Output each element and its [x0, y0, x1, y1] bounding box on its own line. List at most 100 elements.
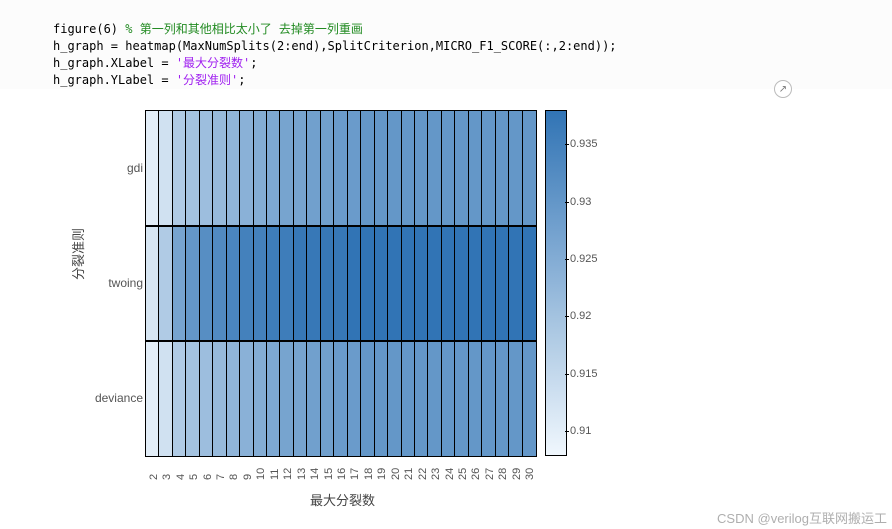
x-tick-label: 17: [349, 468, 361, 480]
colorbar-ticks: 0.910.9150.920.9250.930.935: [570, 110, 630, 454]
y-tick-label: deviance: [95, 391, 143, 405]
heatmap-cell: [267, 342, 280, 456]
heatmap-figure: 分裂准则 gditwoingdeviance 23456789101112131…: [60, 90, 780, 520]
colorbar-tick-label: 0.925: [570, 253, 598, 265]
heatmap-cell: [240, 342, 253, 456]
x-tick-label: 3: [161, 474, 173, 480]
heatmap-cell: [361, 227, 374, 340]
heatmap-cell: [294, 342, 307, 456]
heatmap-cell: [267, 227, 280, 340]
heatmap-cell: [227, 342, 240, 456]
heatmap-row: [146, 111, 536, 226]
heatmap-cell: [254, 342, 267, 456]
heatmap-cell: [307, 227, 320, 340]
code-block: figure(6) % 第一列和其他相比太小了 去掉第一列重画 h_graph …: [0, 0, 892, 89]
code-string: '分裂准则': [176, 73, 238, 87]
heatmap-cell: [254, 111, 267, 225]
code-text: ;: [238, 73, 245, 87]
heatmap-cell: [173, 111, 186, 225]
heatmap-cell: [442, 111, 455, 225]
x-tick-label: 15: [323, 468, 335, 480]
heatmap-cell: [173, 342, 186, 456]
heatmap-cell: [159, 111, 172, 225]
heatmap-cell: [334, 227, 347, 340]
x-tick-label: 14: [309, 468, 321, 480]
heatmap-cell: [509, 111, 522, 225]
heatmap-cell: [227, 111, 240, 225]
heatmap-cell: [240, 111, 253, 225]
x-tick-label: 29: [511, 468, 523, 480]
heatmap-cell: [455, 111, 468, 225]
heatmap-cell: [523, 111, 536, 225]
heatmap-cell: [321, 342, 334, 456]
heatmap-cell: [307, 342, 320, 456]
heatmap-cell: [146, 227, 159, 340]
heatmap-cell: [227, 227, 240, 340]
watermark: CSDN @verilog互联网搬运工: [717, 508, 887, 527]
heatmap-cell: [375, 342, 388, 456]
heatmap-cell: [388, 342, 401, 456]
x-tick-label: 11: [269, 469, 281, 480]
heatmap-cell: [254, 227, 267, 340]
x-tick-label: 6: [202, 474, 214, 480]
x-tick-label: 30: [524, 468, 536, 480]
heatmap-cell: [402, 342, 415, 456]
heatmap-cell: [280, 342, 293, 456]
x-tick-label: 21: [403, 468, 415, 480]
x-tick-label: 2: [148, 474, 160, 480]
heatmap-cell: [455, 342, 468, 456]
x-tick-label: 12: [282, 468, 294, 480]
x-tick-label: 16: [336, 468, 348, 480]
x-tick-label: 13: [296, 468, 308, 480]
heatmap-cell: [186, 111, 199, 225]
heatmap-cell: [415, 342, 428, 456]
heatmap-cell: [294, 227, 307, 340]
heatmap-row: [146, 226, 536, 341]
heatmap-cell: [496, 342, 509, 456]
x-tick-label: 19: [376, 468, 388, 480]
code-text: h_graph = heatmap(MaxNumSplits(2:end),Sp…: [53, 39, 617, 53]
heatmap-cell: [240, 227, 253, 340]
heatmap-cell: [509, 342, 522, 456]
heatmap-cell: [294, 111, 307, 225]
colorbar-tick-label: 0.935: [570, 138, 598, 150]
colorbar-tick-label: 0.93: [570, 196, 591, 208]
heatmap-cell: [361, 111, 374, 225]
heatmap-cell: [307, 111, 320, 225]
heatmap-cell: [146, 342, 159, 456]
heatmap-cell: [334, 342, 347, 456]
x-tick-label: 20: [390, 468, 402, 480]
code-text: figure(6): [53, 22, 125, 36]
heatmap-cell: [200, 111, 213, 225]
heatmap-cell: [402, 227, 415, 340]
heatmap-cell: [415, 227, 428, 340]
heatmap-cell: [213, 111, 226, 225]
expand-icon[interactable]: ↗: [774, 80, 792, 98]
colorbar-tick-label: 0.915: [570, 368, 598, 380]
expand-glyph: ↗: [779, 84, 787, 95]
x-tick-label: 23: [430, 468, 442, 480]
heatmap-cell: [213, 342, 226, 456]
heatmap-cell: [348, 342, 361, 456]
x-tick-label: 8: [228, 474, 240, 480]
heatmap-cell: [388, 227, 401, 340]
heatmap-cell: [523, 342, 536, 456]
heatmap-cell: [213, 227, 226, 340]
heatmap-cell: [482, 342, 495, 456]
colorbar-tick-label: 0.92: [570, 310, 591, 322]
heatmap-cell: [348, 111, 361, 225]
heatmap-cell: [267, 111, 280, 225]
heatmap-cell: [280, 111, 293, 225]
heatmap-cell: [173, 227, 186, 340]
heatmap-cell: [428, 111, 441, 225]
heatmap-cell: [482, 111, 495, 225]
x-tick-label: 9: [242, 474, 254, 480]
heatmap-cell: [375, 227, 388, 340]
heatmap-cell: [523, 227, 536, 340]
heatmap-cell: [348, 227, 361, 340]
y-tick-label: gdi: [127, 161, 143, 175]
heatmap-cell: [469, 227, 482, 340]
x-tick-label: 18: [363, 468, 375, 480]
code-comment: % 第一列和其他相比太小了 去掉第一列重画: [125, 22, 363, 36]
x-tick-label: 7: [215, 474, 227, 480]
